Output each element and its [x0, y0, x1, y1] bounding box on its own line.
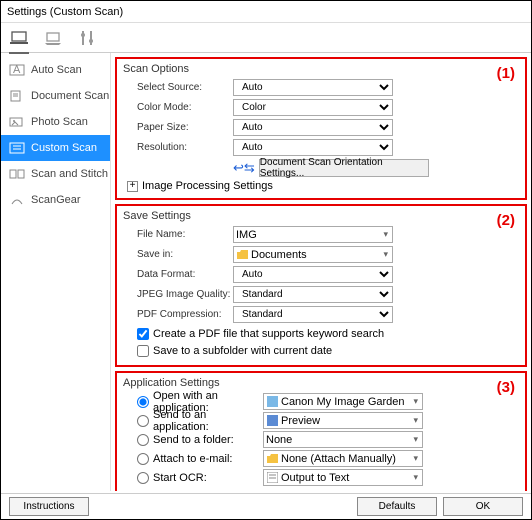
- application-settings-panel: (3) Application Settings Open with an ap…: [115, 371, 527, 491]
- scan-from-panel-tab-icon[interactable]: [43, 28, 63, 48]
- application-settings-title: Application Settings: [123, 377, 519, 389]
- image-processing-expand[interactable]: + Image Processing Settings: [123, 178, 519, 192]
- resolution-dropdown[interactable]: Auto: [233, 139, 393, 156]
- photo-scan-icon: [9, 115, 25, 129]
- panel-tag-1: (1): [497, 65, 515, 82]
- save-settings-title: Save Settings: [123, 210, 519, 222]
- start-ocr-dropdown[interactable]: Output to Text: [263, 469, 423, 486]
- select-source-label: Select Source:: [123, 82, 233, 93]
- sidebar-item-label: Scan and Stitch: [31, 168, 108, 180]
- send-app-radio[interactable]: [137, 415, 149, 427]
- open-app-radio[interactable]: [137, 396, 149, 408]
- paper-size-dropdown[interactable]: Auto: [233, 119, 393, 136]
- scan-options-panel: (1) Scan Options Select Source: Auto Col…: [115, 57, 527, 200]
- expand-plus-icon: +: [127, 181, 138, 192]
- paper-size-label: Paper Size:: [123, 122, 233, 133]
- jpeg-quality-label: JPEG Image Quality:: [123, 289, 233, 300]
- folder-icon: [236, 249, 248, 261]
- custom-scan-icon: [9, 141, 25, 155]
- pdf-keyword-checkbox[interactable]: [137, 328, 149, 340]
- sidebar: A Auto Scan Document Scan Photo Scan Cus…: [1, 53, 111, 491]
- sidebar-item-label: Document Scan: [31, 90, 109, 102]
- defaults-button[interactable]: Defaults: [357, 497, 437, 516]
- start-ocr-label: Start OCR:: [153, 472, 259, 484]
- sidebar-item-photo-scan[interactable]: Photo Scan: [1, 109, 110, 135]
- send-folder-label: Send to a folder:: [153, 434, 259, 446]
- color-mode-label: Color Mode:: [123, 102, 233, 113]
- resolution-label: Resolution:: [123, 142, 233, 153]
- file-name-combo[interactable]: IMG: [233, 226, 393, 243]
- subfolder-checkbox[interactable]: [137, 345, 149, 357]
- save-in-dropdown[interactable]: Documents: [233, 246, 393, 263]
- sidebar-item-label: Auto Scan: [31, 64, 82, 76]
- auto-scan-icon: A: [9, 63, 25, 77]
- no-app-radio[interactable]: [137, 491, 149, 492]
- send-folder-radio[interactable]: [137, 434, 149, 446]
- text-icon: [266, 472, 278, 484]
- data-format-dropdown[interactable]: Auto: [233, 266, 393, 283]
- sidebar-item-custom-scan[interactable]: Custom Scan: [1, 135, 110, 161]
- start-ocr-radio[interactable]: [137, 472, 149, 484]
- sidebar-item-auto-scan[interactable]: A Auto Scan: [1, 57, 110, 83]
- file-name-label: File Name:: [123, 229, 233, 240]
- save-settings-panel: (2) Save Settings File Name: IMG Save in…: [115, 204, 527, 367]
- preview-icon: [266, 415, 278, 427]
- jpeg-quality-dropdown[interactable]: Standard: [233, 286, 393, 303]
- window-title: Settings (Custom Scan): [1, 1, 531, 23]
- folder-icon: [266, 453, 278, 465]
- send-app-dropdown[interactable]: Preview: [263, 412, 423, 429]
- instructions-button[interactable]: Instructions: [9, 497, 89, 516]
- send-folder-dropdown[interactable]: None: [263, 431, 423, 448]
- scan-from-computer-tab-icon[interactable]: [9, 28, 29, 48]
- sidebar-item-label: ScanGear: [31, 194, 81, 206]
- no-app-label: Do not start any application: [153, 491, 286, 492]
- pdf-keyword-label: Create a PDF file that supports keyword …: [153, 328, 384, 340]
- sidebar-item-label: Custom Scan: [31, 142, 97, 154]
- ok-button[interactable]: OK: [443, 497, 523, 516]
- scan-options-title: Scan Options: [123, 63, 519, 75]
- sidebar-item-label: Photo Scan: [31, 116, 88, 128]
- sidebar-item-document-scan[interactable]: Document Scan: [1, 83, 110, 109]
- sidebar-item-scangear[interactable]: ScanGear: [1, 187, 110, 213]
- general-settings-tab-icon[interactable]: [77, 28, 97, 48]
- panel-tag-2: (2): [497, 212, 515, 229]
- image-processing-label: Image Processing Settings: [142, 180, 273, 192]
- send-app-label: Send to an application:: [153, 409, 259, 433]
- attach-email-dropdown[interactable]: None (Attach Manually): [263, 450, 423, 467]
- app-icon: [266, 396, 278, 408]
- stitch-icon: [9, 167, 25, 181]
- sidebar-item-scan-stitch[interactable]: Scan and Stitch: [1, 161, 110, 187]
- select-source-dropdown[interactable]: Auto: [233, 79, 393, 96]
- toolbar: [1, 23, 531, 53]
- attach-email-label: Attach to e-mail:: [153, 453, 259, 465]
- open-app-dropdown[interactable]: Canon My Image Garden: [263, 393, 423, 410]
- orientation-settings-button[interactable]: Document Scan Orientation Settings...: [259, 159, 429, 177]
- scangear-icon: [9, 193, 25, 207]
- pdf-compression-dropdown[interactable]: Standard: [233, 306, 393, 323]
- save-in-label: Save in:: [123, 249, 233, 260]
- attach-email-radio[interactable]: [137, 453, 149, 465]
- document-scan-icon: [9, 89, 25, 103]
- panel-tag-3: (3): [497, 379, 515, 396]
- back-arrow-icon[interactable]: ↩⇆: [233, 160, 255, 176]
- color-mode-dropdown[interactable]: Color: [233, 99, 393, 116]
- svg-text:A: A: [13, 64, 21, 76]
- data-format-label: Data Format:: [123, 269, 233, 280]
- subfolder-label: Save to a subfolder with current date: [153, 345, 332, 357]
- footer: Instructions Defaults OK: [1, 493, 531, 519]
- pdf-compression-label: PDF Compression:: [123, 309, 233, 320]
